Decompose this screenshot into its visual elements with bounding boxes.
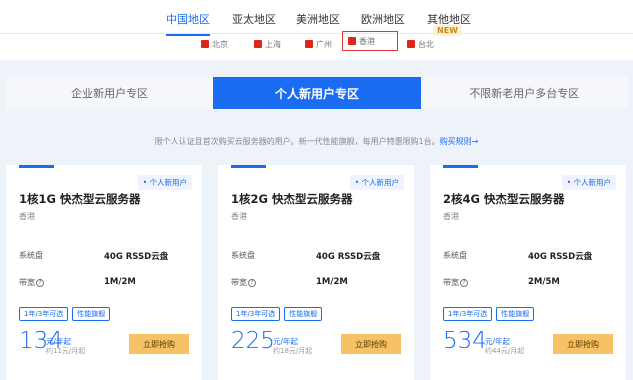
promo-note-text: 限个人认证且首次购买云服务器的用户。新一代性能旗舰，每用户特惠限购1台。 <box>154 137 440 146</box>
card-title: 1核1G 快杰型云服务器 <box>19 192 141 206</box>
spec-value: 2M/5M <box>528 277 560 287</box>
performance-badge: 性能旗舰 <box>284 307 323 321</box>
spec-label: 带宽? <box>443 277 468 288</box>
tab-region-china[interactable]: 中国地区 <box>166 12 210 36</box>
new-user-tag: • 个人新用户 <box>349 175 404 190</box>
flag-icon <box>305 40 313 48</box>
tab-personal-new-user[interactable]: 个人新用户专区 <box>213 77 421 109</box>
card-title: 2核4G 快杰型云服务器 <box>443 192 565 206</box>
term-badge: 1年/3年可选 <box>19 307 69 321</box>
card-location: 香港 <box>19 212 35 221</box>
region-divider <box>0 33 633 34</box>
spec-value: 40G RSSD云盘 <box>104 252 169 262</box>
product-card: • 个人新用户 1核2G 快杰型云服务器 香港 系统盘 40G RSSD云盘 带… <box>218 165 414 380</box>
card-accent-bar <box>443 165 478 168</box>
card-badges: 1年/3年可选 性能旗舰 <box>19 307 111 321</box>
card-accent-bar <box>231 165 266 168</box>
price-value: 534 <box>443 328 487 354</box>
price-monthly: 约11元/月起 <box>46 347 86 355</box>
region-tab-bar: 中国地区 亚太地区 美洲地区 欧洲地区 其他地区 NEW 北京 上海 广州 香港… <box>0 0 633 60</box>
flag-icon <box>348 37 356 45</box>
tab-enterprise-new-user[interactable]: 企业新用户专区 <box>6 77 213 109</box>
flag-icon <box>407 40 415 48</box>
spec-label: 带宽? <box>231 277 256 288</box>
spec-label: 系统盘 <box>443 251 467 260</box>
card-accent-bar <box>19 165 54 168</box>
spec-value: 40G RSSD云盘 <box>316 252 381 262</box>
card-title: 1核2G 快杰型云服务器 <box>231 192 353 206</box>
term-badge: 1年/3年可选 <box>443 307 493 321</box>
performance-badge: 性能旗舰 <box>496 307 535 321</box>
price-value: 225 <box>231 328 275 354</box>
price-monthly: 约18元/月起 <box>273 347 313 355</box>
card-location: 香港 <box>231 212 247 221</box>
promo-note: 限个人认证且首次购买云服务器的用户。新一代性能旗舰，每用户特惠限购1台。购买规则… <box>0 136 633 147</box>
price-monthly: 约44元/月起 <box>485 347 525 355</box>
city-label: 上海 <box>265 39 281 49</box>
purchase-rules-link[interactable]: 购买规则→ <box>440 137 479 146</box>
city-label: 香港 <box>359 36 375 46</box>
card-badges: 1年/3年可选 性能旗舰 <box>231 307 323 321</box>
buy-now-button[interactable]: 立即抢购 <box>341 334 401 354</box>
city-shanghai[interactable]: 上海 <box>254 37 281 51</box>
performance-badge: 性能旗舰 <box>72 307 111 321</box>
term-badge: 1年/3年可选 <box>231 307 281 321</box>
new-user-tag: • 个人新用户 <box>561 175 616 190</box>
flag-icon <box>254 40 262 48</box>
help-icon[interactable]: ? <box>460 278 468 287</box>
buy-now-button[interactable]: 立即抢购 <box>129 334 189 354</box>
tab-region-americas[interactable]: 美洲地区 <box>296 12 340 34</box>
new-user-tag: • 个人新用户 <box>137 175 192 190</box>
tab-all-users-multi[interactable]: 不限新老用户多台专区 <box>421 77 628 109</box>
city-taipei[interactable]: 台北 <box>407 37 434 51</box>
new-badge: NEW <box>433 25 462 36</box>
buy-now-button[interactable]: 立即抢购 <box>553 334 613 354</box>
spec-label: 系统盘 <box>231 251 255 260</box>
city-guangzhou[interactable]: 广州 <box>305 37 332 51</box>
product-card: • 个人新用户 2核4G 快杰型云服务器 香港 系统盘 40G RSSD云盘 带… <box>430 165 626 380</box>
city-beijing[interactable]: 北京 <box>201 37 228 51</box>
city-hongkong[interactable]: 香港 <box>342 31 398 51</box>
city-label: 台北 <box>418 39 434 49</box>
spec-value: 1M/2M <box>316 277 348 287</box>
card-badges: 1年/3年可选 性能旗舰 <box>443 307 535 321</box>
city-label: 广州 <box>316 39 332 49</box>
flag-icon <box>201 40 209 48</box>
spec-label: 带宽? <box>19 277 44 288</box>
zone-tab-bar: 企业新用户专区 个人新用户专区 不限新老用户多台专区 <box>6 77 628 109</box>
spec-label: 系统盘 <box>19 251 43 260</box>
spec-value: 40G RSSD云盘 <box>528 252 593 262</box>
city-label: 北京 <box>212 39 228 49</box>
tab-region-asia-pacific[interactable]: 亚太地区 <box>232 12 276 34</box>
product-card: • 个人新用户 1核1G 快杰型云服务器 香港 系统盘 40G RSSD云盘 带… <box>6 165 202 380</box>
help-icon[interactable]: ? <box>248 278 256 287</box>
card-location: 香港 <box>443 212 459 221</box>
help-icon[interactable]: ? <box>36 278 44 287</box>
spec-value: 1M/2M <box>104 277 136 287</box>
